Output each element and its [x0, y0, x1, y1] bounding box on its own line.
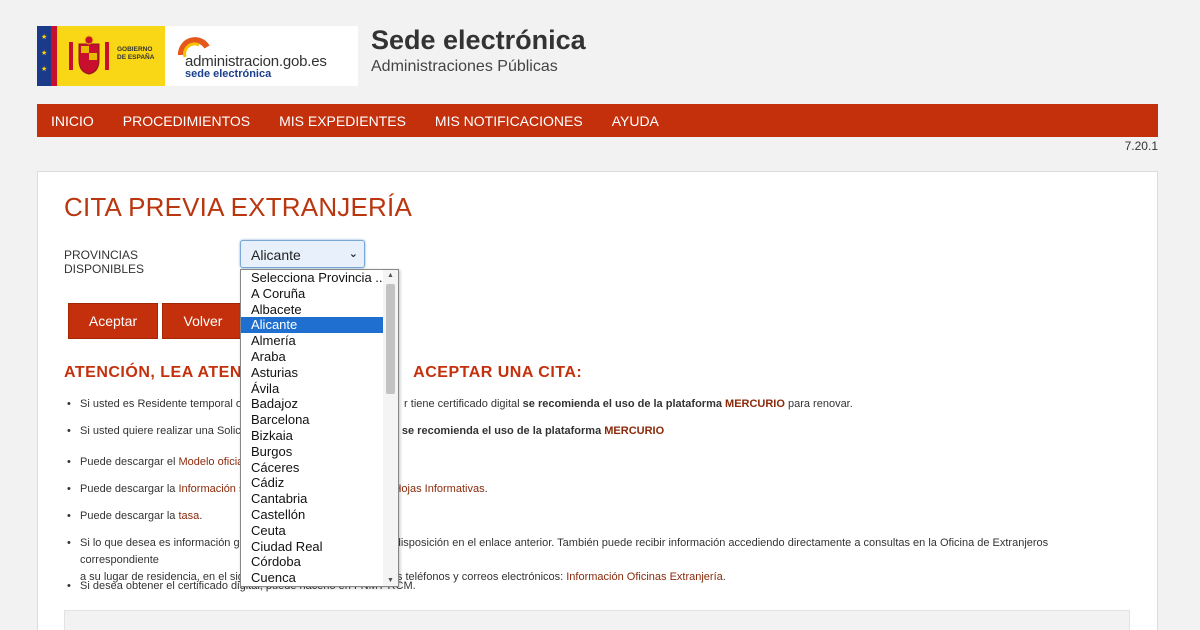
hojas-informativas-link[interactable]: Hojas Informativas [393, 483, 484, 495]
logo-sub-text: sede electrónica [185, 68, 272, 80]
province-select-value: Alicante [251, 247, 301, 263]
page-title: CITA PREVIA EXTRANJERÍA [64, 192, 412, 222]
coat-of-arms-icon [69, 35, 109, 75]
back-button[interactable]: Volver [162, 303, 244, 339]
dropdown-option[interactable]: Burgos [241, 444, 384, 460]
province-select[interactable]: Alicante ⌄ [240, 240, 365, 268]
dropdown-option[interactable]: Ávila [241, 381, 384, 397]
dropdown-option[interactable]: Araba [241, 349, 384, 365]
informacion-link[interactable]: Información s [178, 483, 244, 495]
dropdown-options: Selecciona Provincia ... A Coruña Albacete… [241, 270, 384, 586]
eu-flag-strip: ★ ★ ★ [37, 26, 51, 86]
site-subtitle: Administraciones Públicas [371, 58, 558, 75]
nav-item-ayuda[interactable]: AYUDA [612, 113, 659, 129]
dropdown-option[interactable]: Ceuta [241, 523, 384, 539]
dropdown-option[interactable]: Ciudad Real [241, 539, 384, 555]
list-item: Si usted quiere realizar una Solicial se… [64, 423, 1124, 440]
list-item: Si usted es Residente temporal or tiene … [64, 396, 1124, 413]
dropdown-scrollbar[interactable]: ▲ ▼ [383, 270, 398, 586]
modelo-oficial-link[interactable]: Modelo oficial [178, 456, 245, 468]
dropdown-option[interactable]: Córdoba [241, 554, 384, 570]
nav-item-mis-notificaciones[interactable]: MIS NOTIFICACIONES [435, 113, 583, 129]
footer-panel [64, 610, 1130, 630]
version-label: 7.20.1 [1124, 139, 1158, 153]
dropdown-option[interactable]: Barcelona [241, 412, 384, 428]
nav-item-procedimientos[interactable]: PROCEDIMIENTOS [123, 113, 250, 129]
list-item: Si desea obtener el certificado digital,… [64, 578, 1124, 595]
dropdown-option[interactable]: Almería [241, 333, 384, 349]
dropdown-option[interactable]: Alicante [241, 317, 384, 334]
gobierno-text: GOBIERNO DE ESPAÑA [117, 46, 155, 61]
dropdown-option[interactable]: Albacete [241, 302, 384, 318]
accept-button[interactable]: Aceptar [68, 303, 158, 339]
dropdown-option[interactable]: Cantabria [241, 491, 384, 507]
dropdown-option[interactable]: Selecciona Provincia ... [241, 270, 384, 286]
main-nav: INICIO PROCEDIMIENTOS MIS EXPEDIENTES MI… [37, 104, 1158, 137]
mercurio-link[interactable]: MERCURIO [725, 398, 785, 410]
dropdown-option[interactable]: Cádiz [241, 475, 384, 491]
dropdown-option[interactable]: Badajoz [241, 396, 384, 412]
site-header: ★ ★ ★ GOBIERNO DE ESPAÑA administracion.go… [0, 0, 1200, 104]
province-dropdown-list[interactable]: Selecciona Provincia ... A Coruña Albacete… [240, 269, 399, 587]
dropdown-option[interactable]: Bizkaia [241, 428, 384, 444]
mercurio-link[interactable]: MERCURIO [604, 425, 664, 437]
provinces-label: PROVINCIAS DISPONIBLES [64, 248, 145, 276]
nav-item-inicio[interactable]: INICIO [51, 113, 94, 129]
scrollbar-thumb[interactable] [386, 284, 395, 394]
list-item: Puede descargar la tasa. [64, 508, 1124, 525]
list-item: Puede descargar el Modelo oficial [64, 454, 1124, 471]
administracion-logo[interactable]: administracion.gob.es sede electrónica [165, 26, 358, 86]
scroll-up-icon[interactable]: ▲ [387, 272, 394, 279]
chevron-down-icon: ⌄ [348, 248, 358, 260]
dropdown-option[interactable]: A Coruña [241, 286, 384, 302]
dropdown-option[interactable]: Castellón [241, 507, 384, 523]
nav-item-mis-expedientes[interactable]: MIS EXPEDIENTES [279, 113, 406, 129]
main-card: CITA PREVIA EXTRANJERÍA PROVINCIAS DISPO… [37, 171, 1158, 630]
dropdown-option[interactable]: Asturias [241, 365, 384, 381]
scroll-down-icon[interactable]: ▼ [387, 577, 394, 584]
site-title: Sede electrónica [371, 25, 586, 55]
flag-stripe [51, 26, 57, 86]
tasa-link[interactable]: tasa [178, 510, 199, 522]
dropdown-option[interactable]: Cuenca [241, 570, 384, 586]
list-item: Puede descargar la Información sHojas In… [64, 481, 1124, 498]
gobierno-espana-logo[interactable]: ★ ★ ★ GOBIERNO DE ESPAÑA [37, 26, 165, 86]
dropdown-option[interactable]: Cáceres [241, 460, 384, 476]
